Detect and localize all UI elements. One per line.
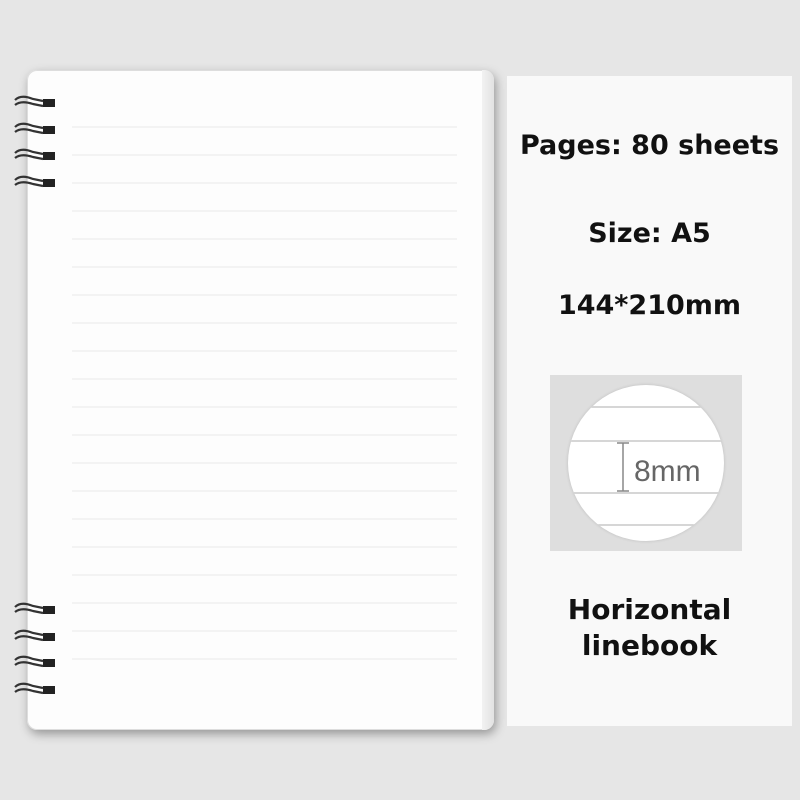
- notebook-type-line2: linebook: [581, 629, 718, 663]
- spiral-ring-icon: [14, 629, 55, 642]
- spiral-binding: [14, 95, 55, 695]
- line-spacing-sample: 8mm: [550, 375, 742, 551]
- size-spec: Size: A5: [588, 218, 711, 249]
- spec-panel: Pages: 80 sheets Size: A5 144*210mm 8mm …: [507, 76, 792, 726]
- ruled-lines: [72, 126, 457, 660]
- spiral-ring-icon: [14, 95, 55, 108]
- dimensions-spec: 144*210mm: [557, 290, 742, 321]
- notebook-page: [27, 70, 494, 730]
- spiral-ring-icon: [14, 122, 55, 135]
- spiral-ring-icon: [14, 655, 55, 668]
- spiral-ring-icon: [14, 148, 55, 161]
- notebook-type: Horizontal linebook: [507, 592, 792, 665]
- line-spacing-label: 8mm: [634, 455, 701, 488]
- dimension-marker-icon: [617, 442, 629, 492]
- spiral-ring-icon: [14, 682, 55, 695]
- spiral-ring-icon: [14, 602, 55, 615]
- pages-spec: Pages: 80 sheets: [519, 130, 780, 161]
- page-edge: [482, 70, 494, 730]
- spiral-ring-icon: [14, 175, 55, 188]
- notebook-type-line1: Horizontal: [567, 593, 732, 626]
- line-spacing-magnifier: 8mm: [568, 385, 724, 541]
